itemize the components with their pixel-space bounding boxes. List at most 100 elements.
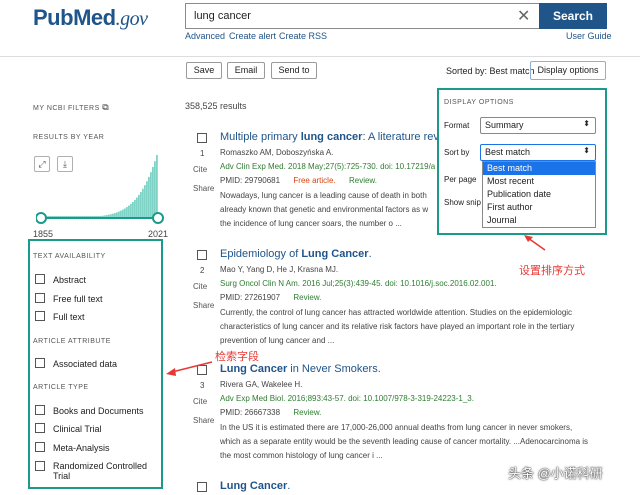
abstract-checkbox[interactable] <box>35 274 45 284</box>
histogram-bar <box>126 207 128 217</box>
sort-option-journal[interactable]: Journal <box>483 214 595 227</box>
cite-button[interactable]: Cite <box>193 282 207 291</box>
sort-by-label: Sort by <box>444 148 470 157</box>
result-snippet-3: the most common histology of lung cancer… <box>220 451 383 460</box>
pubmed-logo[interactable]: PubMed.gov <box>33 5 148 31</box>
histogram-bar <box>86 216 88 217</box>
advanced-link[interactable]: Advanced <box>185 31 225 41</box>
result-pmid-row: PMID: 26667338 Review. <box>220 408 322 417</box>
result-title[interactable]: Multiple primary lung cancer: A literatu… <box>220 131 441 143</box>
user-guide-link[interactable]: User Guide <box>566 31 612 41</box>
results-count: 358,525 results <box>185 101 247 111</box>
meta-analysis-checkbox[interactable] <box>35 442 45 452</box>
histogram-bar <box>56 216 58 217</box>
result-title[interactable]: Lung Cancer. <box>220 480 290 492</box>
cite-button[interactable]: Cite <box>193 165 207 174</box>
histogram-bar <box>80 216 82 217</box>
email-button[interactable]: Email <box>227 62 265 79</box>
books-documents-checkbox[interactable] <box>35 405 45 415</box>
select-arrows-icon: ⬍ <box>583 119 590 128</box>
clinical-trial-checkbox[interactable] <box>35 423 45 433</box>
histogram-bar <box>138 194 140 217</box>
result-title[interactable]: Epidemiology of Lung Cancer. <box>220 248 372 260</box>
rct-label[interactable]: Randomized Controlled Trial <box>53 461 158 481</box>
histogram-bar <box>148 176 150 217</box>
send-to-button[interactable]: Send to <box>271 62 317 79</box>
year-start-handle[interactable] <box>36 212 47 224</box>
free-full-text-label[interactable]: Free full text <box>53 294 103 304</box>
select-arrows-icon: ⬍ <box>583 146 590 155</box>
histogram-bar <box>84 216 86 217</box>
year-end-handle[interactable] <box>152 212 164 224</box>
associated-data-checkbox[interactable] <box>35 358 45 368</box>
histogram-bar <box>122 209 124 217</box>
share-button[interactable]: Share <box>193 184 214 193</box>
create-rss-link[interactable]: Create RSS <box>279 31 327 41</box>
histogram-bar <box>114 213 116 217</box>
display-options-button[interactable]: Display options <box>530 61 606 80</box>
abstract-label[interactable]: Abstract <box>53 275 86 285</box>
result-checkbox[interactable] <box>197 133 207 143</box>
histogram-bar <box>154 161 156 217</box>
sort-dropdown-list: Best match Most recent Publication date … <box>482 161 596 228</box>
histogram-bar <box>100 215 102 217</box>
sorted-by-label: Sorted by: Best match <box>446 66 535 76</box>
share-button[interactable]: Share <box>193 416 214 425</box>
result-snippet-2: already known that genetic and environme… <box>220 205 429 214</box>
result-checkbox[interactable] <box>197 365 207 375</box>
share-button[interactable]: Share <box>193 301 214 310</box>
histogram-bars <box>42 155 158 217</box>
full-text-checkbox[interactable] <box>35 311 45 321</box>
histogram-bar <box>140 191 142 217</box>
search-input[interactable]: lung cancer <box>185 3 540 29</box>
histogram-bar <box>130 203 132 217</box>
free-full-text-checkbox[interactable] <box>35 293 45 303</box>
format-select[interactable]: Summary ⬍ <box>480 117 596 134</box>
histogram-bar <box>82 216 84 217</box>
external-link-icon[interactable]: ⧉ <box>102 102 109 112</box>
rct-checkbox[interactable] <box>35 461 45 471</box>
article-attribute-heading: ARTICLE ATTRIBUTE <box>33 338 111 345</box>
results-by-year-label: RESULTS BY YEAR <box>33 134 105 141</box>
save-button[interactable]: Save <box>186 62 222 79</box>
full-text-label[interactable]: Full text <box>53 312 85 322</box>
books-documents-label[interactable]: Books and Documents <box>53 406 144 416</box>
clinical-trial-label[interactable]: Clinical Trial <box>53 424 102 434</box>
sort-option-most-recent[interactable]: Most recent <box>483 175 595 188</box>
histogram-bar <box>64 216 66 217</box>
histogram-bar <box>150 172 152 217</box>
result-title[interactable]: Lung Cancer in Never Smokers. <box>220 363 381 375</box>
result-citation: Adv Clin Exp Med. 2018 May;27(5):725-730… <box>220 162 436 171</box>
histogram-bar <box>88 216 90 217</box>
cite-button[interactable]: Cite <box>193 397 207 406</box>
result-pmid-row: PMID: 29790681 Free article. Review. <box>220 176 377 185</box>
histogram-bar <box>136 197 138 217</box>
histogram-bar <box>128 205 130 217</box>
result-citation: Adv Exp Med Biol. 2016;893:43-57. doi: 1… <box>220 394 474 403</box>
per-page-label: Per page <box>444 175 477 184</box>
histogram-bar <box>152 166 154 217</box>
associated-data-label[interactable]: Associated data <box>53 359 117 369</box>
result-number: 2 <box>200 266 205 275</box>
create-alert-link[interactable]: Create alert <box>229 31 276 41</box>
histogram-bar <box>98 216 100 217</box>
histogram-bar <box>66 216 68 217</box>
result-checkbox[interactable] <box>197 250 207 260</box>
histogram-bar <box>120 210 122 217</box>
sort-option-first-author[interactable]: First author <box>483 201 595 214</box>
sort-by-select[interactable]: Best match ⬍ <box>480 144 596 161</box>
histogram-bar <box>110 214 112 217</box>
sort-option-best-match[interactable]: Best match <box>483 162 595 175</box>
format-label: Format <box>444 121 470 130</box>
year-histogram <box>36 155 164 224</box>
histogram-bar <box>74 216 76 217</box>
ncbi-filters-label[interactable]: MY NCBI FILTERS ⧉ <box>33 102 109 113</box>
histogram-bar <box>94 216 96 217</box>
sort-option-publication-date[interactable]: Publication date <box>483 188 595 201</box>
clear-icon[interactable]: ✕ <box>517 6 530 26</box>
search-button[interactable]: Search <box>539 3 607 29</box>
sort-annotation-arrow <box>527 237 546 251</box>
result-checkbox[interactable] <box>197 482 207 492</box>
meta-analysis-label[interactable]: Meta-Analysis <box>53 443 110 453</box>
result-authors: Mao Y, Yang D, He J, Krasna MJ. <box>220 265 339 274</box>
